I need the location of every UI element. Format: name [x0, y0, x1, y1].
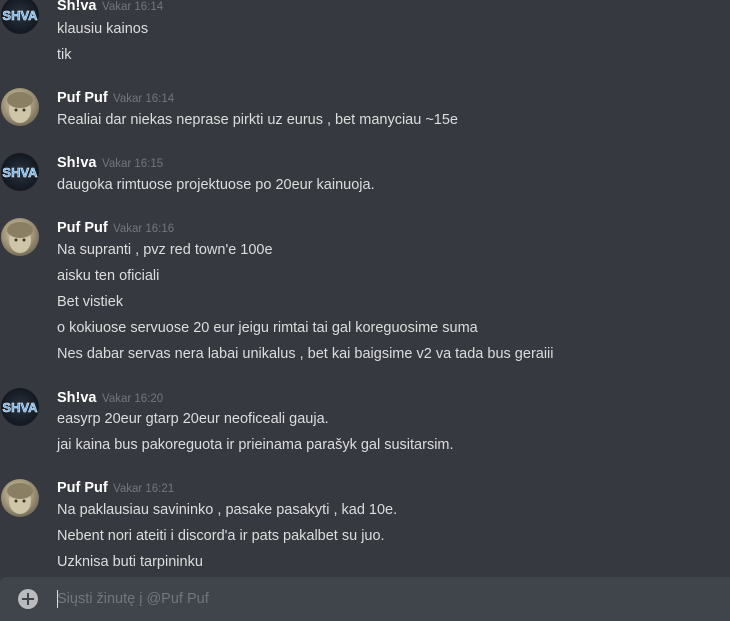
- shiva-avatar-icon: SHVA: [2, 400, 38, 416]
- message-text: aisku ten oficiali: [57, 268, 160, 284]
- message-text: o kokiuose servuose 20 eur jeigu rimtai …: [57, 320, 478, 336]
- message-text: Bet vistiek: [57, 294, 124, 310]
- avatar[interactable]: SHVA: [1, 153, 39, 191]
- timestamp: Vakar 16:20: [102, 393, 164, 405]
- username[interactable]: Sh!va: [57, 0, 97, 14]
- avatar-logo-text: SHVA: [2, 400, 38, 415]
- text-caret: [57, 590, 58, 608]
- avatar[interactable]: [1, 479, 39, 517]
- puf-avatar-icon: [7, 92, 33, 123]
- timestamp: Vakar 16:14: [113, 93, 175, 105]
- message-text: Na supranti , pvz red town'e 100e: [57, 242, 273, 258]
- avatar-logo-text: SHVA: [2, 165, 38, 180]
- timestamp: Vakar 16:21: [113, 483, 175, 495]
- avatar-logo-text: SHVA: [2, 8, 38, 23]
- username[interactable]: Sh!va: [57, 390, 97, 406]
- avatar[interactable]: [1, 218, 39, 256]
- message-text: Uzknisa buti tarpininku: [57, 554, 203, 570]
- message-text: jai kaina bus pakoreguota ir prieinama p…: [57, 437, 454, 453]
- message-text: daugoka rimtuose projektuose po 20eur ka…: [57, 177, 375, 193]
- avatar[interactable]: SHVA: [1, 388, 39, 426]
- username[interactable]: Puf Puf: [57, 220, 108, 236]
- message-text: Nes dabar servas nera labai unikalus , b…: [57, 346, 554, 362]
- message-composer: [0, 577, 730, 621]
- shiva-avatar-icon: SHVA: [2, 8, 38, 24]
- avatar[interactable]: SHVA: [1, 0, 39, 34]
- message-text: tik: [57, 47, 72, 63]
- message-input[interactable]: [57, 577, 717, 621]
- puf-avatar-icon: [7, 222, 33, 253]
- timestamp: Vakar 16:16: [113, 223, 175, 235]
- username[interactable]: Puf Puf: [57, 480, 108, 496]
- message-text: Na paklausiau savininko , pasake pasakyt…: [57, 502, 398, 518]
- plus-circle-icon[interactable]: [18, 589, 38, 609]
- message-text: Nebent nori ateiti i discord'a ir pats p…: [57, 528, 385, 544]
- message-text: klausiu kainos: [57, 21, 149, 37]
- shiva-avatar-icon: SHVA: [2, 165, 38, 181]
- timestamp: Vakar 16:14: [102, 1, 164, 13]
- message-text: easyrp 20eur gtarp 20eur neoficeali gauj…: [57, 411, 329, 427]
- timestamp: Vakar 16:15: [102, 158, 164, 170]
- username[interactable]: Puf Puf: [57, 90, 108, 106]
- puf-avatar-icon: [7, 483, 33, 514]
- avatar[interactable]: [1, 88, 39, 126]
- username[interactable]: Sh!va: [57, 155, 97, 171]
- message-text: Realiai dar niekas neprase pirkti uz eur…: [57, 112, 458, 128]
